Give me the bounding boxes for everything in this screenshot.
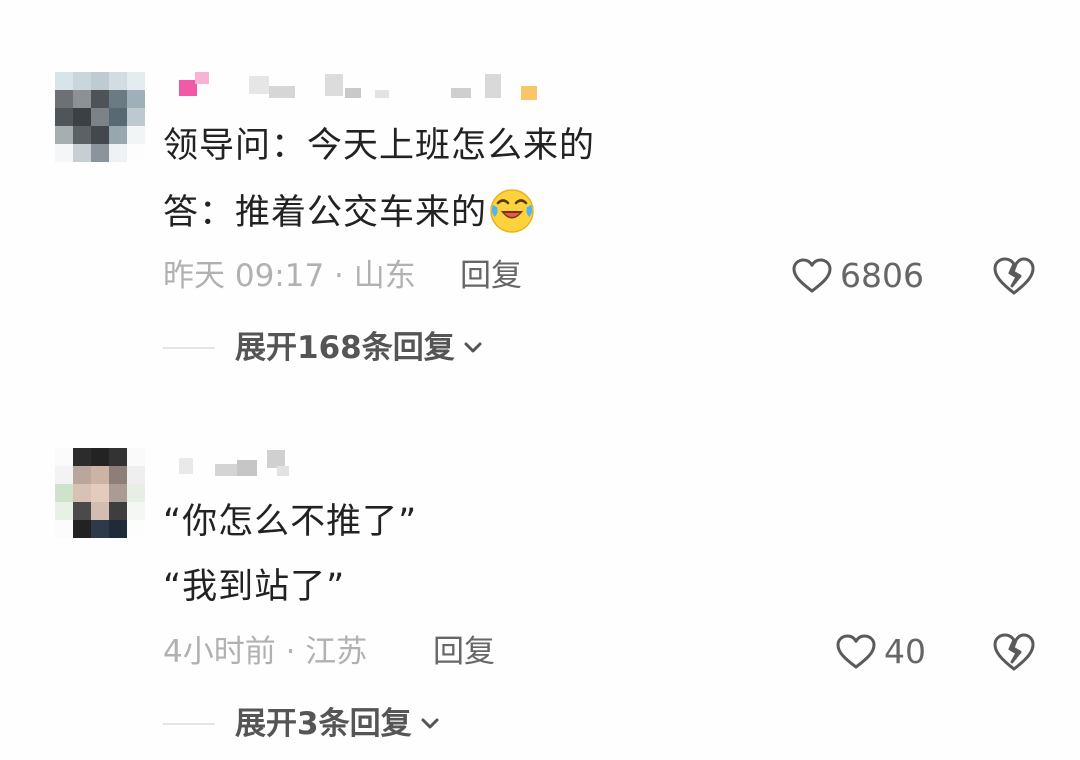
heart-outline-icon [836, 634, 876, 669]
like-count: 6806 [840, 256, 924, 295]
comment-timestamp-location: 昨天 09:17 · 山东 [163, 258, 416, 294]
divider-line [163, 347, 215, 349]
comment-text-line: 领导问：今天上班怎么来的 [163, 126, 596, 166]
dislike-button[interactable] [992, 632, 1036, 672]
expand-replies-button[interactable]: 展开3条回复 [163, 704, 440, 744]
like-button[interactable]: 40 [836, 632, 926, 672]
comment-text-line: 答：推着公交车来的 [163, 188, 535, 235]
divider-line [163, 723, 215, 725]
username-blurred[interactable] [165, 70, 545, 104]
comment-text: 答：推着公交车来的 [163, 193, 488, 233]
username-blurred[interactable] [165, 446, 545, 480]
comment-text-line: “我到站了” [163, 567, 346, 607]
comment-text-line: “你怎么不推了” [163, 502, 418, 542]
avatar[interactable] [55, 72, 145, 162]
expand-replies-button[interactable]: 展开168条回复 [163, 328, 483, 368]
broken-heart-icon [993, 257, 1035, 295]
reply-button[interactable]: 回复 [433, 632, 495, 672]
expand-replies-label: 展开168条回复 [235, 330, 455, 366]
chevron-down-icon [464, 342, 482, 353]
crying-laughing-emoji-icon [490, 189, 534, 233]
like-button[interactable]: 6806 [792, 256, 924, 296]
like-count: 40 [884, 632, 926, 671]
expand-replies-label: 展开3条回复 [235, 706, 412, 742]
broken-heart-icon [993, 633, 1035, 671]
comment-timestamp-location: 4小时前 · 江苏 [163, 634, 368, 670]
avatar[interactable] [55, 448, 145, 538]
dislike-button[interactable] [992, 256, 1036, 296]
heart-outline-icon [792, 258, 832, 293]
reply-button[interactable]: 回复 [460, 256, 522, 296]
chevron-down-icon [421, 718, 439, 729]
